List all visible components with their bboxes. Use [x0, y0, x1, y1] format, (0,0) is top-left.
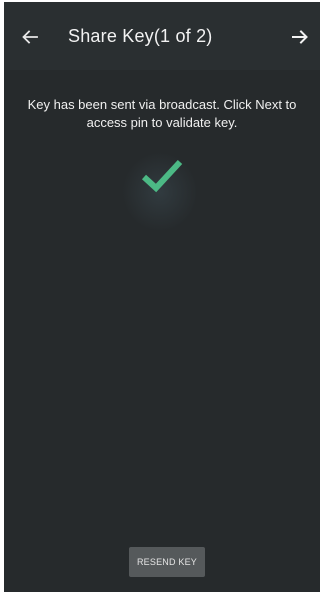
app-bar: Share Key(1 of 2)	[4, 2, 320, 70]
share-key-screen: Share Key(1 of 2) Key has been sent via …	[4, 2, 320, 592]
broadcast-sent-message: Key has been sent via broadcast. Click N…	[27, 97, 297, 130]
resend-key-button[interactable]: RESEND KEY	[129, 547, 205, 577]
arrow-right-icon	[292, 30, 308, 44]
checkmark-icon	[141, 159, 183, 193]
back-button[interactable]	[14, 21, 46, 53]
page-title: Share Key(1 of 2)	[68, 26, 213, 46]
success-status	[122, 140, 200, 230]
arrow-left-icon	[22, 30, 38, 44]
next-button[interactable]	[284, 21, 316, 53]
